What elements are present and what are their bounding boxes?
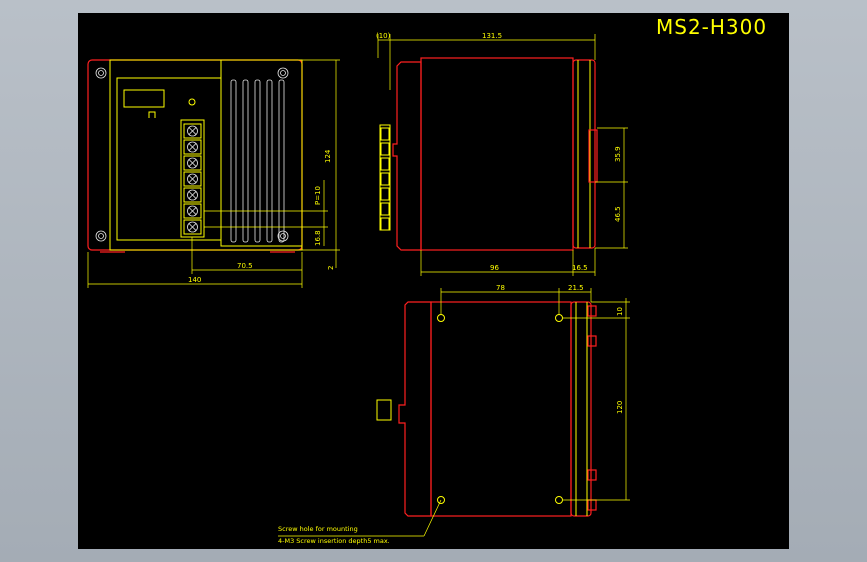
dim-96: 96 <box>490 264 499 272</box>
dim-35-9: 35.9 <box>614 146 622 162</box>
display-window <box>123 89 165 108</box>
dim-16-8: 16.8 <box>314 230 322 246</box>
cad-drawing: MS2-H300 140 70.5 124 P=10 16.8 2 (10) 1… <box>87 15 767 545</box>
screw-icon <box>95 67 107 79</box>
dim-70-5: 70.5 <box>237 262 253 270</box>
dim-120: 120 <box>616 401 624 414</box>
dim-140: 140 <box>188 276 201 284</box>
front-view: 140 70.5 124 P=10 16.8 2 <box>87 59 340 288</box>
top-terminal-stub <box>376 399 392 421</box>
front-panel <box>116 77 222 241</box>
front-inner-case <box>109 59 303 251</box>
dim-pitch-10: P=10 <box>314 186 322 205</box>
dim-124: 124 <box>324 149 332 163</box>
side-rear-cover <box>572 59 596 249</box>
note-mounting-line2: 4-M3 Screw insertion depth5 max. <box>278 537 390 545</box>
side-view: (10) 131.5 35.9 46.5 96 16.5 <box>376 32 628 276</box>
heat-sink <box>220 59 303 247</box>
dim-10: 10 <box>616 307 624 316</box>
heat-sink-fins <box>230 79 285 243</box>
side-front-bezel <box>392 61 422 251</box>
mounting-hole-icon <box>555 496 563 504</box>
screw-icon <box>277 67 289 79</box>
front-outer-case <box>87 59 303 251</box>
drawing-title: MS2-H300 <box>656 15 767 39</box>
screw-icon <box>277 230 289 242</box>
top-front-bezel <box>398 301 432 517</box>
adjust-knob <box>148 111 156 118</box>
dim-46-5: 46.5 <box>614 206 622 222</box>
dim-78: 78 <box>496 284 505 292</box>
note-mounting-line1: Screw hole for mounting <box>278 525 358 533</box>
side-terminal-segments <box>380 127 390 231</box>
dim-131-5: 131.5 <box>482 32 502 40</box>
dim-2: 2 <box>327 266 335 270</box>
dim-16-5: 16.5 <box>572 264 588 272</box>
dim-21-5: 21.5 <box>568 284 584 292</box>
top-body <box>430 301 572 517</box>
terminal-screws <box>183 123 202 235</box>
side-body <box>420 57 574 251</box>
mounting-hole-icon <box>555 314 563 322</box>
top-view: 78 21.5 10 120 <box>278 284 630 537</box>
indicator-led <box>188 98 196 106</box>
mounting-hole-icon <box>437 314 445 322</box>
top-rear-cover <box>570 301 592 517</box>
dim-10-paren: (10) <box>376 32 391 40</box>
screw-icon <box>95 230 107 242</box>
